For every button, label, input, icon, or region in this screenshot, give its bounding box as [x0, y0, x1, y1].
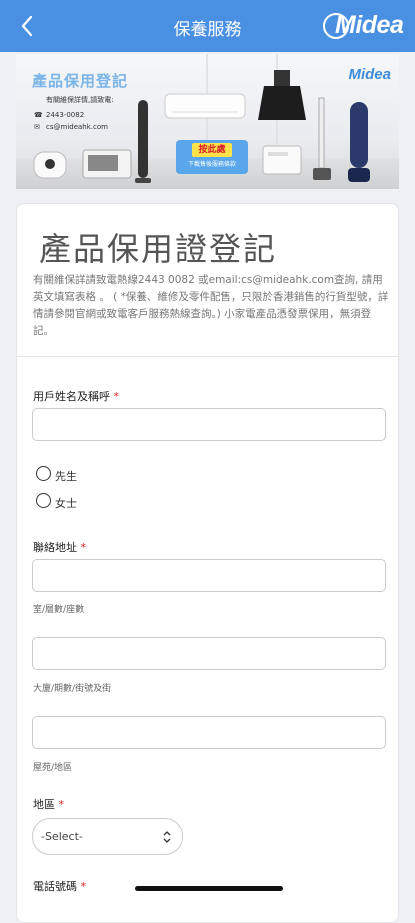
phone-icon: ☎ — [34, 111, 43, 119]
region-select[interactable]: -Select- — [32, 818, 183, 855]
vacuum-icon — [313, 97, 331, 180]
name-input[interactable] — [32, 408, 386, 441]
microwave-icon — [262, 145, 302, 175]
banner-phone: 2443-0082 — [46, 111, 85, 119]
email-icon: ✉ — [34, 123, 40, 131]
cta-sub-label: 下載售後服務條款 — [187, 161, 236, 168]
radio-ms-label: 女士 — [55, 497, 77, 510]
form-title: 產品保用證登記 — [39, 230, 278, 268]
promo-banner[interactable]: 產品保用登記 有關維保詳情,請致電: ☎ 2443-0082 ✉ cs@mide… — [16, 54, 399, 189]
banner-logo: Midea — [348, 66, 391, 83]
select-arrows-icon — [163, 831, 171, 843]
range-hood-icon — [258, 70, 306, 120]
radio-mr[interactable] — [36, 466, 51, 481]
address-line1-hint: 室/層數/座數 — [33, 605, 85, 615]
address-label: 聯絡地址 * — [33, 541, 86, 554]
app-header: 保養服務 Midea — [0, 0, 415, 52]
air-conditioner-icon — [164, 93, 246, 119]
cta-main-label: 按此處 — [192, 143, 232, 157]
radio-ms[interactable] — [36, 493, 51, 508]
rice-cooker-icon — [33, 151, 67, 179]
radio-mr-label: 先生 — [55, 470, 77, 483]
address-line1-input[interactable] — [32, 559, 386, 592]
warranty-form-card: 產品保用證登記 有關維保詳請致電熱線2443 0082 或email:cs@mi… — [16, 203, 399, 923]
divider — [17, 356, 398, 357]
region-select-value: -Select- — [41, 830, 83, 843]
download-terms-button[interactable]: 按此處 下載售後服務條款 — [176, 140, 248, 174]
bladeless-fan-icon — [348, 102, 370, 182]
phone-label: 電話號碼 * — [33, 880, 86, 893]
address-line3-hint: 屋苑/地區 — [33, 763, 73, 773]
address-line3-input[interactable] — [32, 716, 386, 749]
oven-icon — [82, 149, 132, 179]
address-line2-hint: 大廈/期數/街號及街 — [33, 684, 112, 694]
address-line2-input[interactable] — [32, 637, 386, 670]
name-label: 用戶姓名及稱呼 * — [33, 390, 119, 403]
region-label: 地區 * — [33, 798, 64, 811]
tower-fan-icon — [135, 100, 151, 183]
banner-email: cs@mideahk.com — [46, 123, 108, 131]
form-description: 有關維保詳請致電熱線2443 0082 或email:cs@mideahk.co… — [33, 274, 389, 337]
banner-subtitle: 有關維保詳情,請致電: — [46, 96, 114, 104]
banner-title: 產品保用登記 — [32, 72, 129, 90]
brand-logo: Midea — [321, 9, 405, 43]
brand-wordmark: Midea — [335, 11, 404, 39]
home-indicator — [135, 886, 283, 891]
